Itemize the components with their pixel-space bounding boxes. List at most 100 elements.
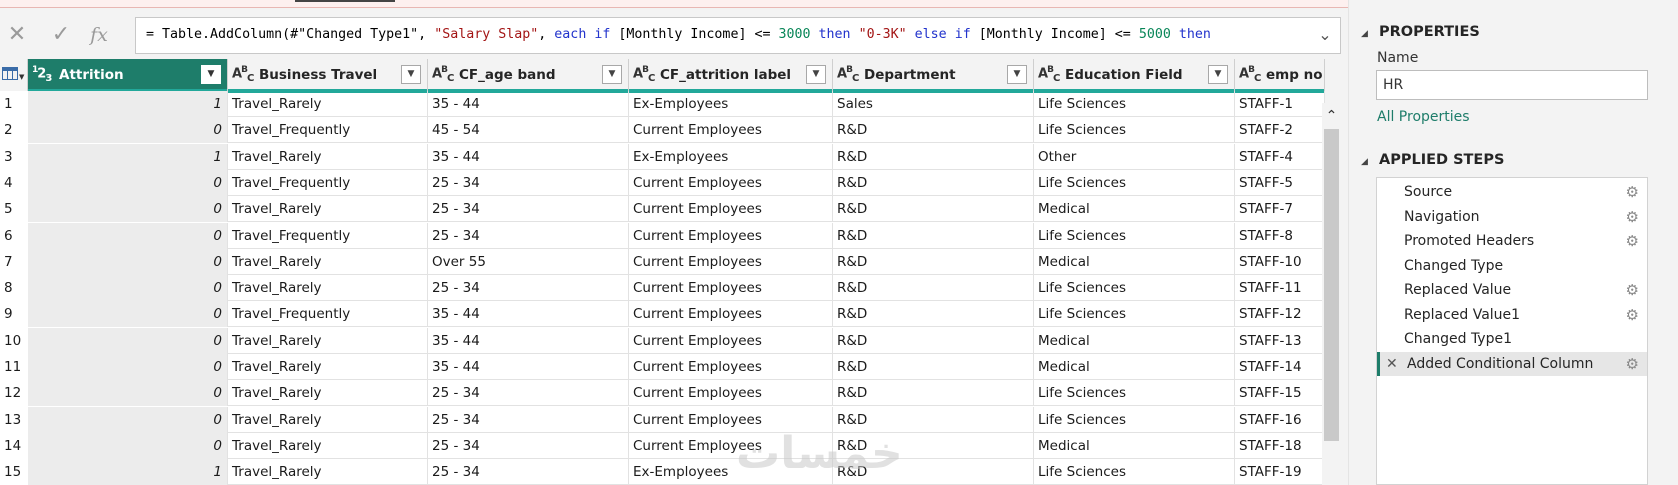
table-cell[interactable]: 35 - 44 bbox=[428, 91, 629, 117]
filter-dropdown-icon[interactable]: ▼ bbox=[602, 65, 622, 84]
table-cell[interactable]: Current Employees bbox=[629, 354, 833, 380]
collapse-triangle-icon[interactable]: ◢ bbox=[1361, 29, 1371, 39]
table-cell[interactable]: STAFF-7 bbox=[1235, 196, 1325, 223]
row-number[interactable]: 8 bbox=[0, 275, 28, 302]
applied-step-added-conditional-column[interactable]: ✕ Added Conditional Column ⚙ bbox=[1377, 351, 1647, 376]
text-type-icon[interactable]: ABC bbox=[837, 65, 859, 84]
table-cell[interactable]: 35 - 44 bbox=[428, 354, 629, 380]
filter-dropdown-icon[interactable]: ▼ bbox=[401, 65, 421, 84]
formula-text[interactable]: = Table.AddColumn(#"Changed Type1", "Sal… bbox=[146, 27, 1211, 42]
table-cell[interactable]: R&D bbox=[833, 380, 1034, 407]
table-cell[interactable]: Travel_Frequently bbox=[228, 301, 428, 328]
filter-dropdown-icon[interactable]: ▼ bbox=[201, 65, 221, 84]
gear-icon[interactable]: ⚙ bbox=[1626, 205, 1639, 229]
table-cell[interactable]: Travel_Rarely bbox=[228, 91, 428, 117]
applied-step-changed-type1[interactable]: Changed Type1 bbox=[1377, 327, 1647, 351]
table-cell[interactable]: STAFF-11 bbox=[1235, 275, 1325, 302]
table-cell[interactable]: Life Sciences bbox=[1034, 275, 1235, 302]
row-number[interactable]: 13 bbox=[0, 406, 28, 433]
applied-step-promoted-headers[interactable]: Promoted Headers ⚙ bbox=[1377, 229, 1647, 253]
table-cell[interactable]: 1 bbox=[28, 143, 228, 170]
table-menu-button[interactable]: ▼ bbox=[0, 59, 28, 91]
table-row[interactable]: 4 0 Travel_Frequently 25 - 34 Current Employ… bbox=[0, 169, 1325, 196]
table-cell[interactable]: Current Employees bbox=[629, 380, 833, 407]
close-icon[interactable]: ✕ bbox=[2, 21, 32, 49]
table-cell[interactable]: Life Sciences bbox=[1034, 222, 1235, 249]
row-number[interactable]: 2 bbox=[0, 117, 28, 144]
table-cell[interactable]: 25 - 34 bbox=[428, 196, 629, 223]
scroll-up-icon[interactable]: ⌃ bbox=[1322, 107, 1341, 125]
table-cell[interactable]: 1 bbox=[28, 459, 228, 485]
gear-icon[interactable]: ⚙ bbox=[1626, 278, 1639, 302]
table-cell[interactable]: Travel_Rarely bbox=[228, 196, 428, 223]
row-number[interactable]: 3 bbox=[0, 143, 28, 170]
table-row[interactable]: 2 0 Travel_Frequently 45 - 54 Current Employ… bbox=[0, 117, 1325, 144]
table-cell[interactable]: R&D bbox=[833, 354, 1034, 380]
table-row[interactable]: 8 0 Travel_Rarely 25 - 34 Current Employees R… bbox=[0, 275, 1325, 302]
table-cell[interactable]: 0 bbox=[28, 222, 228, 249]
table-cell[interactable]: 45 - 54 bbox=[428, 117, 629, 144]
text-type-icon[interactable]: ABC bbox=[1038, 65, 1060, 84]
row-number[interactable]: 5 bbox=[0, 196, 28, 223]
table-cell[interactable]: 0 bbox=[28, 327, 228, 354]
table-cell[interactable]: STAFF-14 bbox=[1235, 354, 1325, 380]
vertical-scrollbar[interactable]: ⌃ bbox=[1322, 103, 1341, 485]
table-cell[interactable]: R&D bbox=[833, 117, 1034, 144]
table-row[interactable]: 6 0 Travel_Frequently 25 - 34 Current Employ… bbox=[0, 222, 1325, 249]
table-cell[interactable]: STAFF-16 bbox=[1235, 406, 1325, 433]
row-number[interactable]: 10 bbox=[0, 327, 28, 354]
table-cell[interactable]: R&D bbox=[833, 169, 1034, 196]
table-cell[interactable]: STAFF-13 bbox=[1235, 327, 1325, 354]
row-number[interactable]: 7 bbox=[0, 248, 28, 275]
table-cell[interactable]: Current Employees bbox=[629, 275, 833, 302]
filter-dropdown-icon[interactable]: ▼ bbox=[806, 65, 826, 84]
table-cell[interactable]: 25 - 34 bbox=[428, 432, 629, 459]
scrollbar-thumb[interactable] bbox=[1324, 129, 1339, 441]
table-cell[interactable]: 25 - 34 bbox=[428, 275, 629, 302]
column-header-education-field[interactable]: ABC Education Field ▼ bbox=[1034, 59, 1235, 93]
column-header-attrition[interactable]: 123 Attrition ▼ bbox=[28, 59, 228, 93]
table-cell[interactable]: Sales bbox=[833, 91, 1034, 117]
table-cell[interactable]: Travel_Rarely bbox=[228, 380, 428, 407]
table-cell[interactable]: R&D bbox=[833, 301, 1034, 328]
table-cell[interactable]: R&D bbox=[833, 327, 1034, 354]
row-number[interactable]: 11 bbox=[0, 354, 28, 380]
table-row[interactable]: 11 0 Travel_Rarely 35 - 44 Current Employees… bbox=[0, 354, 1325, 380]
table-cell[interactable]: 35 - 44 bbox=[428, 327, 629, 354]
row-number[interactable]: 14 bbox=[0, 432, 28, 459]
gear-icon[interactable]: ⚙ bbox=[1626, 352, 1639, 376]
filter-dropdown-icon[interactable]: ▼ bbox=[1007, 65, 1027, 84]
table-row[interactable]: 13 0 Travel_Rarely 25 - 34 Current Employees… bbox=[0, 406, 1325, 433]
table-cell[interactable]: Travel_Rarely bbox=[228, 406, 428, 433]
applied-step-replaced-value[interactable]: Replaced Value ⚙ bbox=[1377, 278, 1647, 302]
text-type-icon[interactable]: ABC bbox=[432, 65, 454, 84]
table-row[interactable]: 12 0 Travel_Rarely 25 - 34 Current Employees… bbox=[0, 380, 1325, 407]
table-cell[interactable]: 0 bbox=[28, 406, 228, 433]
collapse-triangle-icon[interactable]: ◢ bbox=[1361, 157, 1371, 167]
table-cell[interactable]: Life Sciences bbox=[1034, 301, 1235, 328]
table-cell[interactable]: 0 bbox=[28, 275, 228, 302]
table-cell[interactable]: 0 bbox=[28, 432, 228, 459]
query-name-input[interactable]: HR bbox=[1376, 70, 1648, 100]
table-row[interactable]: 9 0 Travel_Frequently 35 - 44 Current Employ… bbox=[0, 301, 1325, 328]
table-cell[interactable]: Medical bbox=[1034, 354, 1235, 380]
column-header-cf-attrition-label[interactable]: ABC CF_attrition label ▼ bbox=[629, 59, 833, 93]
table-cell[interactable]: STAFF-10 bbox=[1235, 248, 1325, 275]
table-cell[interactable]: STAFF-5 bbox=[1235, 169, 1325, 196]
fx-icon[interactable]: fx bbox=[84, 21, 114, 49]
table-cell[interactable]: Travel_Rarely bbox=[228, 354, 428, 380]
table-row[interactable]: 3 1 Travel_Rarely 35 - 44 Ex-Employees R&D Oth… bbox=[0, 143, 1325, 170]
table-cell[interactable]: Travel_Frequently bbox=[228, 222, 428, 249]
table-cell[interactable]: STAFF-1 bbox=[1235, 91, 1325, 117]
table-cell[interactable]: Current Employees bbox=[629, 196, 833, 223]
table-cell[interactable]: Life Sciences bbox=[1034, 117, 1235, 144]
table-cell[interactable]: 0 bbox=[28, 354, 228, 380]
table-row[interactable]: 7 0 Travel_Rarely Over 55 Current Employees R… bbox=[0, 248, 1325, 275]
table-row[interactable]: 10 0 Travel_Rarely 35 - 44 Current Employees… bbox=[0, 327, 1325, 354]
table-cell[interactable]: Ex-Employees bbox=[629, 91, 833, 117]
table-cell[interactable]: 0 bbox=[28, 380, 228, 407]
table-cell[interactable]: 1 bbox=[28, 91, 228, 117]
column-header-cf-age-band[interactable]: ABC CF_age band ▼ bbox=[428, 59, 629, 93]
column-header-business-travel[interactable]: ABC Business Travel ▼ bbox=[228, 59, 428, 93]
gear-icon[interactable]: ⚙ bbox=[1626, 180, 1639, 204]
